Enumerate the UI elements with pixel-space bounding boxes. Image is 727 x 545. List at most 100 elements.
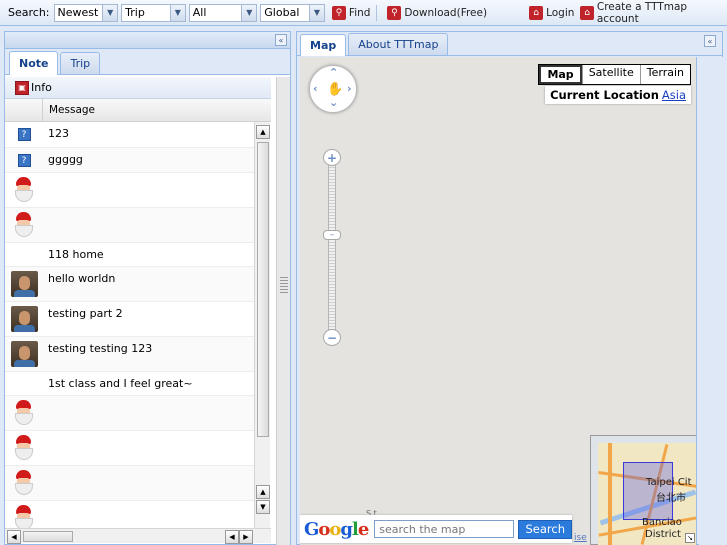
zoom-slider-handle[interactable]: – xyxy=(323,230,341,240)
table-row[interactable] xyxy=(5,173,254,208)
table-row[interactable]: testing part 2 xyxy=(5,302,254,337)
pan-up-icon[interactable]: ⌃ xyxy=(329,66,338,79)
row-message: hello worldn xyxy=(48,272,116,285)
note-grid-panel: ▣ Info Message ? 123? ggggg 118 home hello w… xyxy=(5,77,271,545)
scroll-down-icon[interactable]: ▼ xyxy=(256,500,270,514)
row-message xyxy=(43,431,48,436)
left-panel: « Note Trip ▣ Info Message ? 123? ggggg 118… xyxy=(4,31,291,545)
row-message: ggggg xyxy=(48,153,83,166)
table-row[interactable]: 1st class and I feel great~ xyxy=(5,372,254,396)
info-label: Info xyxy=(31,81,52,94)
zoom-in-icon[interactable]: + xyxy=(323,149,341,166)
sort-select[interactable]: Newest ▼ xyxy=(53,3,119,22)
table-row[interactable] xyxy=(5,431,254,466)
magnifier-icon: ⚲ xyxy=(331,5,346,20)
avatar xyxy=(10,306,38,332)
chevron-down-icon[interactable]: ▼ xyxy=(241,4,257,21)
horizontal-scrollbar[interactable]: ◀ ◀ ▶ xyxy=(5,528,271,544)
scope-select-value: Global xyxy=(264,6,300,19)
row-message: testing testing 123 xyxy=(48,342,153,355)
chevron-down-icon[interactable]: ▼ xyxy=(169,4,185,21)
table-row[interactable]: 118 home xyxy=(5,243,254,267)
create-account-button[interactable]: ⌂ Create a TTTmap account xyxy=(580,1,727,25)
map-type-satellite-button[interactable]: Satellite xyxy=(581,65,640,84)
pan-control[interactable]: ⌃ ‹ ✋ › ⌄ xyxy=(309,65,357,113)
table-row[interactable] xyxy=(5,501,254,528)
row-message xyxy=(43,466,48,471)
scroll-up-icon[interactable]: ▲ xyxy=(256,485,270,499)
overview-toggle-icon[interactable]: ↘ xyxy=(685,533,695,543)
row-icon-cell: ? xyxy=(5,148,43,167)
panel-splitter[interactable] xyxy=(276,77,290,545)
grid-header-message[interactable]: Message xyxy=(43,104,95,116)
row-message xyxy=(43,208,48,213)
scope-select[interactable]: Global ▼ xyxy=(260,3,325,22)
table-row[interactable]: ? ggggg xyxy=(5,148,254,173)
scroll-left-icon[interactable]: ◀ xyxy=(7,530,21,544)
row-icon-cell xyxy=(5,302,43,332)
top-toolbar: Search: Newest ▼ Trip ▼ All ▼ Global ▼ ⚲… xyxy=(0,0,727,26)
scroll-thumb[interactable] xyxy=(257,142,269,437)
right-panel: Map About TTTmap « ⌃ ‹ ✋ › ⌄ + – − Map S… xyxy=(296,31,723,545)
pan-left-icon[interactable]: ‹ xyxy=(313,82,318,95)
current-location-link[interactable]: Asia xyxy=(662,88,686,102)
info-button[interactable]: ▣ Info xyxy=(15,80,52,95)
table-row[interactable]: hello worldn xyxy=(5,267,254,302)
zoom-out-icon[interactable]: − xyxy=(323,329,341,346)
tab-trip[interactable]: Trip xyxy=(60,52,101,74)
category-select[interactable]: All ▼ xyxy=(188,3,258,22)
map-type-terrain-button[interactable]: Terrain xyxy=(639,65,690,84)
tab-note[interactable]: Note xyxy=(9,51,59,75)
zoom-track[interactable] xyxy=(328,152,336,332)
table-row[interactable] xyxy=(5,208,254,243)
tab-about[interactable]: About TTTmap xyxy=(348,33,449,55)
question-icon: ? xyxy=(17,128,31,141)
overview-map-image[interactable]: Taipei Cit 台北市 Banciao District xyxy=(598,443,696,545)
collapse-left-icon[interactable]: « xyxy=(275,34,287,46)
table-row[interactable]: testing testing 123 xyxy=(5,337,254,372)
scroll-right-icon[interactable]: ▶ xyxy=(239,530,253,544)
login-button[interactable]: ⌂ Login xyxy=(529,5,575,20)
type-select[interactable]: Trip ▼ xyxy=(121,3,186,22)
map-search-input[interactable]: search the map xyxy=(374,520,515,538)
hscroll-thumb[interactable] xyxy=(23,531,73,542)
chevron-down-icon[interactable]: ▼ xyxy=(102,4,118,21)
chevron-down-icon[interactable]: ▼ xyxy=(308,4,324,21)
overview-city-label-cn: 台北市 xyxy=(656,493,686,504)
scroll-up-icon[interactable]: ▲ xyxy=(256,125,270,139)
row-icon-cell xyxy=(5,501,43,528)
row-message: 1st class and I feel great~ xyxy=(48,377,193,390)
grid-body: ? 123? ggggg 118 home hello worldn testing pa… xyxy=(5,122,254,528)
tab-map[interactable]: Map xyxy=(300,34,347,56)
current-location-label: Current Location xyxy=(550,88,659,102)
right-gutter xyxy=(699,57,723,545)
magnifier-icon: ⚲ xyxy=(387,5,402,20)
pan-down-icon[interactable]: ⌄ xyxy=(329,96,338,109)
note-toolbar: ▣ Info xyxy=(5,77,271,99)
table-row[interactable] xyxy=(5,466,254,501)
login-label: Login xyxy=(546,6,575,19)
grip-icon[interactable] xyxy=(280,277,288,293)
scroll-left-icon[interactable]: ◀ xyxy=(225,530,239,544)
row-message xyxy=(43,173,48,178)
map-type-control: Map Satellite Terrain xyxy=(538,64,691,85)
grid-header-icon-column[interactable] xyxy=(5,99,43,121)
hand-icon[interactable]: ✋ xyxy=(327,82,343,97)
collapse-right-icon[interactable]: « xyxy=(704,35,716,47)
table-row[interactable] xyxy=(5,396,254,431)
terms-link[interactable]: ise xyxy=(574,533,587,543)
row-icon-cell: ? xyxy=(5,122,43,141)
row-icon-cell xyxy=(5,372,43,377)
overview-district-label-1: Banciao xyxy=(642,517,682,528)
map-type-map-button[interactable]: Map xyxy=(539,65,582,84)
map-canvas[interactable]: ⌃ ‹ ✋ › ⌄ + – − Map Satellite Terrain Cu… xyxy=(300,57,697,545)
santa-icon xyxy=(13,470,35,496)
table-row[interactable]: ? 123 xyxy=(5,122,254,148)
find-button[interactable]: ⚲ Find xyxy=(331,5,370,20)
row-icon-cell xyxy=(5,208,43,238)
map-search-button[interactable]: Search xyxy=(518,519,572,539)
overview-map[interactable]: Taipei Cit 台北市 Banciao District ↘ xyxy=(590,435,696,545)
vertical-scrollbar[interactable]: ▲ ▲ ▼ xyxy=(254,122,270,528)
download-button[interactable]: ⚲ Download(Free) xyxy=(387,5,487,20)
pan-right-icon[interactable]: › xyxy=(347,82,352,95)
